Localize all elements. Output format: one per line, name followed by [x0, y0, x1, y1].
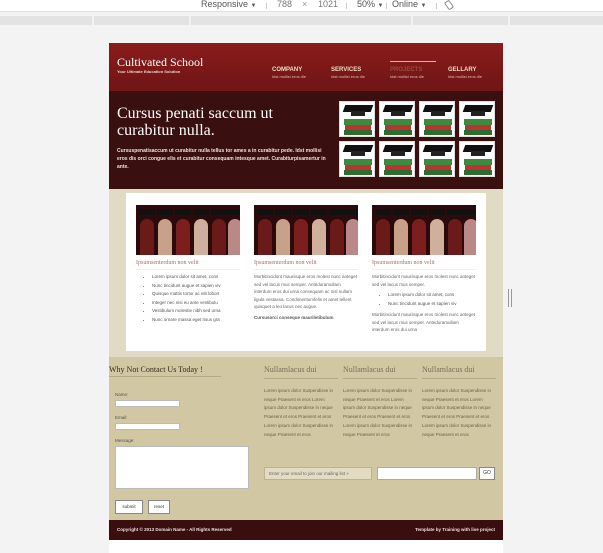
card-title[interactable]: Ipsumsenterdum non velit: [254, 260, 358, 270]
message-field[interactable]: [115, 446, 249, 489]
graduation-image[interactable]: [459, 141, 495, 177]
device-select[interactable]: Responsive ▼: [201, 0, 257, 11]
nav-company[interactable]: COMPANY Idst mollisi eros dle: [272, 67, 322, 79]
copyright-text: Copyright © 2013 Domain Name - All Right…: [117, 527, 232, 532]
hero-title: Cursus penati saccum ut curabitur nulla.: [117, 105, 273, 139]
card-text: Morbitincidunt mauriisque eros molest nu…: [372, 274, 476, 287]
card-title[interactable]: Ipsumsenterdum non velit: [136, 260, 240, 270]
chevron-down-icon: ▼: [377, 3, 384, 9]
card-list: Lorem ipsum dolor sit amet, cons Nunc ti…: [136, 273, 240, 324]
template-credit[interactable]: Template by Training with live project: [415, 527, 495, 532]
nav-projects[interactable]: PROJECTS Idst mollisi eros dle: [390, 61, 440, 79]
go-button[interactable]: GO: [479, 467, 495, 480]
column-title: Nullamlacus dui: [264, 365, 338, 379]
site-tagline: Your Ultimate Education Solution: [117, 69, 181, 74]
page-bottom: [109, 540, 503, 553]
graduates-photo: [254, 205, 358, 255]
graduation-image[interactable]: [339, 141, 375, 177]
column-text: Lorem ipsum dolor Suspendisse in neque P…: [264, 388, 334, 437]
reset-button[interactable]: reset: [148, 500, 170, 514]
times-sign: ×: [302, 0, 308, 9]
card-text: Morbitincidunt mauriisque eros molest nu…: [372, 312, 476, 332]
feature-card: Ipsumsenterdum non velit Lorem ipsum dol…: [136, 205, 240, 324]
card-text: Morbitincidunt mauriisque eros molest nu…: [254, 274, 358, 309]
card-list: Lorem ipsum dolor sit amet, cons Nunc ti…: [372, 291, 476, 308]
mailing-email-input[interactable]: [377, 467, 477, 480]
list-item: Quisque mattis tortor ac elit lobort: [152, 290, 240, 299]
chevron-down-icon: ▼: [250, 3, 257, 9]
site-footer: Copyright © 2013 Domain Name - All Right…: [109, 520, 503, 540]
info-column: Nullamlacus dui Lorem ipsum dolor Suspen…: [422, 365, 496, 439]
list-item: Lorem ipsum dolor sit amet, cons: [388, 291, 476, 300]
resize-handle[interactable]: [508, 289, 512, 307]
site-header: Cultivated School Your Ultimate Educatio…: [109, 43, 503, 91]
feature-card: Ipsumsenterdum non velit Morbitincidunt …: [372, 205, 476, 334]
graduation-gallery: [339, 101, 497, 177]
column-title: Nullamlacus dui: [343, 365, 417, 379]
list-item: Nunc tincidunt augue et sapien viv: [388, 300, 476, 309]
contact-title: Why Not Contact Us Today !: [109, 365, 221, 377]
message-label: Message:: [115, 438, 135, 443]
graduation-image[interactable]: [339, 101, 375, 137]
column-text: Lorem ipsum dolor Suspendisse in neque P…: [343, 388, 413, 437]
rotate-icon[interactable]: [444, 0, 454, 12]
nav-gellary[interactable]: GELLARY Idst mollisi eros dle: [448, 67, 498, 79]
graduation-image[interactable]: [419, 141, 455, 177]
hero-section: Cursus penati saccum ut curabitur nulla.…: [109, 91, 503, 189]
column-title: Nullamlacus dui: [422, 365, 496, 379]
feature-card: Ipsumsenterdum non velit Morbitincidunt …: [254, 205, 358, 320]
width-input[interactable]: 788: [277, 0, 292, 9]
info-column: Nullamlacus dui Lorem ipsum dolor Suspen…: [343, 365, 417, 439]
column-text: Lorem ipsum dolor Suspendisse in neque P…: [422, 388, 492, 437]
name-field[interactable]: [115, 400, 180, 407]
nav-services[interactable]: SERVICES Idst mollisi eros dle: [331, 67, 381, 79]
hero-text: Cursuspenatisaccum ut curabitur nulla te…: [117, 148, 326, 170]
zoom-select[interactable]: 50% ▼: [357, 0, 383, 11]
list-item: Vestibulum molestie nibh sed urna: [152, 307, 240, 316]
card-strong-text: Cursusorci conseque mauriletibulum: [254, 314, 334, 320]
graduation-image[interactable]: [379, 141, 415, 177]
graduates-photo: [372, 205, 476, 255]
page-viewport: Cultivated School Your Ultimate Educatio…: [109, 43, 503, 553]
feature-band: Ipsumsenterdum non velit Lorem ipsum dol…: [109, 189, 503, 357]
graduation-image[interactable]: [379, 101, 415, 137]
list-item: Lorem ipsum dolor sit amet, cons: [152, 273, 240, 282]
mailing-list-prompt: Enter your email to join our mailing lis…: [264, 467, 372, 480]
card-title[interactable]: Ipsumsenterdum non velit: [372, 260, 476, 270]
list-item: Nunc ornare massa eget risus gra: [152, 316, 240, 325]
graduates-photo: [136, 205, 240, 255]
throttle-select[interactable]: Online ▼: [392, 0, 426, 11]
name-label: Name:: [115, 392, 129, 397]
media-query-bar: [0, 13, 603, 25]
list-item: Nunc tincidunt augue et sapien viv: [152, 282, 240, 291]
submit-button[interactable]: submit: [115, 500, 143, 514]
feature-panel: Ipsumsenterdum non velit Lorem ipsum dol…: [126, 193, 486, 351]
height-input[interactable]: 1021: [318, 0, 338, 9]
graduation-image[interactable]: [459, 101, 495, 137]
site-title[interactable]: Cultivated School: [117, 55, 203, 70]
lower-section: Why Not Contact Us Today ! Name: Email: …: [109, 357, 503, 520]
chevron-down-icon: ▼: [420, 3, 427, 9]
device-toolbar: Responsive ▼ 788 × 1021 50% ▼ Online ▼: [0, 0, 603, 12]
email-label: Email:: [115, 415, 128, 420]
email-field[interactable]: [115, 423, 180, 430]
graduation-image[interactable]: [419, 101, 455, 137]
info-column: Nullamlacus dui Lorem ipsum dolor Suspen…: [264, 365, 338, 439]
list-item: Integer nec nisi eu ante vestibulu: [152, 299, 240, 308]
